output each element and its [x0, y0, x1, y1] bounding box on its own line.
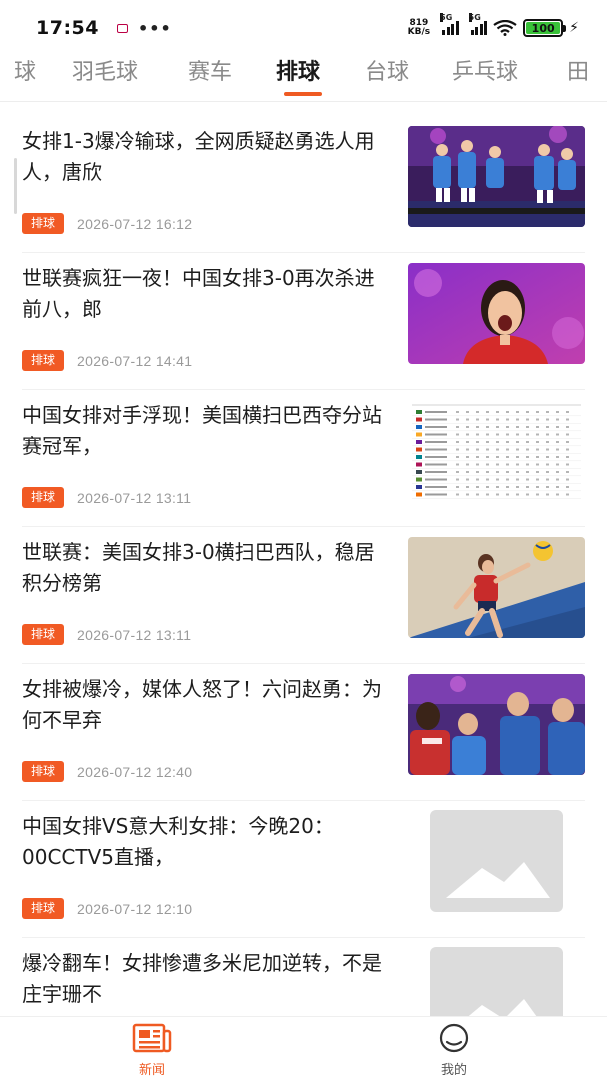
news-title[interactable]: 世联赛疯狂一夜！中国女排3-0再次杀进前八，郎 [22, 263, 394, 325]
signal-icon: 5G [468, 13, 488, 35]
category-badge: 排球 [22, 350, 65, 371]
tab-table-tennis[interactable]: 乒乓球 [452, 56, 518, 96]
news-thumbnail[interactable] [408, 400, 585, 501]
status-time: 17:54 [36, 17, 99, 39]
signal-label: 5G [440, 13, 453, 22]
charging-icon: ⚡ [569, 20, 579, 36]
tab-billiards[interactable]: 台球 [365, 56, 409, 96]
news-thumbnail[interactable] [408, 126, 585, 227]
news-item[interactable]: 世联赛疯狂一夜！中国女排3-0再次杀进前八，郎 排球 2026-07-12 14… [22, 253, 585, 390]
message-icon [116, 23, 128, 33]
news-meta: 排球 2026-07-12 14:41 [22, 350, 192, 371]
coach-timeout-photo [408, 674, 585, 775]
player-spiking-photo [408, 537, 585, 638]
news-meta: 排球 2026-07-12 12:10 [22, 898, 192, 919]
news-item[interactable]: 世联赛：美国女排3-0横扫巴西队，稳居积分榜第 排球 2026-07-12 13… [22, 527, 585, 664]
news-item[interactable]: 中国女排VS意大利女排：今晚20：00CCTV5直播， 排球 2026-07-1… [22, 801, 585, 938]
news-item[interactable]: 女排1-3爆冷输球，全网质疑赵勇选人用人，唐欣 排球 2026-07-12 16… [22, 116, 585, 253]
status-right-icons: 819 KB/s 5G 5G 100 ⚡ [408, 13, 579, 37]
image-placeholder-icon [430, 810, 563, 912]
news-item[interactable]: 中国女排对手浮现！美国横扫巴西夺分站赛冠军， 排球 2026-07-12 13:… [22, 390, 585, 527]
news-meta: 排球 2026-07-12 16:12 [22, 213, 192, 234]
news-title[interactable]: 中国女排对手浮现！美国横扫巴西夺分站赛冠军， [22, 400, 394, 462]
category-badge: 排球 [22, 624, 65, 645]
nav-mine[interactable]: 我的 [414, 1023, 494, 1078]
news-time: 2026-07-12 12:10 [77, 900, 193, 917]
tab-volleyball[interactable]: 排球 [276, 56, 320, 96]
news-title[interactable]: 女排1-3爆冷输球，全网质疑赵勇选人用人，唐欣 [22, 126, 394, 188]
battery-icon: 100 [523, 19, 567, 37]
nav-news[interactable]: 新闻 [112, 1023, 192, 1078]
bottom-nav: 新闻 我的 [0, 1016, 607, 1080]
category-badge: 排球 [22, 761, 65, 782]
tabs-divider [0, 101, 607, 102]
signal-label: 5G [468, 13, 481, 22]
status-bar: 17:54 ••• 819 KB/s 5G 5G 100 ⚡ [0, 0, 607, 56]
news-meta: 排球 2026-07-12 12:40 [22, 761, 192, 782]
network-speed-unit: KB/s [407, 27, 431, 37]
news-thumbnail[interactable] [408, 263, 585, 364]
news-time: 2026-07-12 13:11 [77, 489, 192, 506]
news-time: 2026-07-12 12:40 [77, 763, 193, 780]
network-speed: 819 KB/s [408, 19, 430, 37]
news-thumbnail[interactable] [408, 807, 585, 915]
wifi-icon [493, 20, 517, 36]
category-badge: 排球 [22, 487, 65, 508]
news-title[interactable]: 爆冷翻车！女排惨遭多米尼加逆转，不是庄宇珊不 [22, 948, 394, 1010]
player-shouting-photo [408, 263, 585, 364]
smiley-face-icon [439, 1023, 469, 1053]
tab-ball[interactable]: 球 [14, 56, 36, 96]
news-list: 女排1-3爆冷输球，全网质疑赵勇选人用人，唐欣 排球 2026-07-12 16… [0, 108, 607, 1016]
news-thumbnail[interactable] [408, 944, 585, 1016]
news-meta: 排球 2026-07-12 13:11 [22, 487, 191, 508]
news-thumbnail[interactable] [408, 537, 585, 638]
news-time: 2026-07-12 16:12 [77, 215, 193, 232]
tab-athletics[interactable]: 田 [567, 56, 589, 96]
news-item[interactable]: 爆冷翻车！女排惨遭多米尼加逆转，不是庄宇珊不 [22, 938, 585, 1016]
newspaper-icon [132, 1023, 172, 1053]
nav-news-label: 新闻 [138, 1063, 165, 1078]
nav-mine-label: 我的 [440, 1063, 467, 1078]
more-notifications-icon: ••• [137, 18, 172, 38]
status-notification-icons: ••• [116, 18, 172, 38]
category-badge: 排球 [22, 898, 65, 919]
category-tabs: 球 羽毛球 赛车 排球 台球 乒乓球 田 [0, 56, 607, 102]
tab-badminton[interactable]: 羽毛球 [72, 56, 138, 96]
image-placeholder-icon [430, 947, 563, 1016]
news-time: 2026-07-12 14:41 [77, 352, 193, 369]
team-celebration-photo [408, 126, 585, 227]
news-title[interactable]: 女排被爆冷，媒体人怒了！六问赵勇：为何不早弃 [22, 674, 394, 736]
active-tab-indicator [284, 92, 322, 96]
news-item[interactable]: 女排被爆冷，媒体人怒了！六问赵勇：为何不早弃 排球 2026-07-12 12:… [22, 664, 585, 801]
signal-icon: 5G [440, 13, 459, 35]
battery-level: 100 [526, 22, 561, 35]
category-badge: 排球 [22, 213, 65, 234]
news-thumbnail[interactable] [408, 674, 585, 775]
standings-table-image [408, 400, 585, 501]
tab-racing[interactable]: 赛车 [188, 56, 232, 96]
news-title[interactable]: 世联赛：美国女排3-0横扫巴西队，稳居积分榜第 [22, 537, 394, 599]
news-title[interactable]: 中国女排VS意大利女排：今晚20：00CCTV5直播， [22, 811, 394, 873]
news-meta: 排球 2026-07-12 13:11 [22, 624, 191, 645]
news-time: 2026-07-12 13:11 [77, 626, 192, 643]
